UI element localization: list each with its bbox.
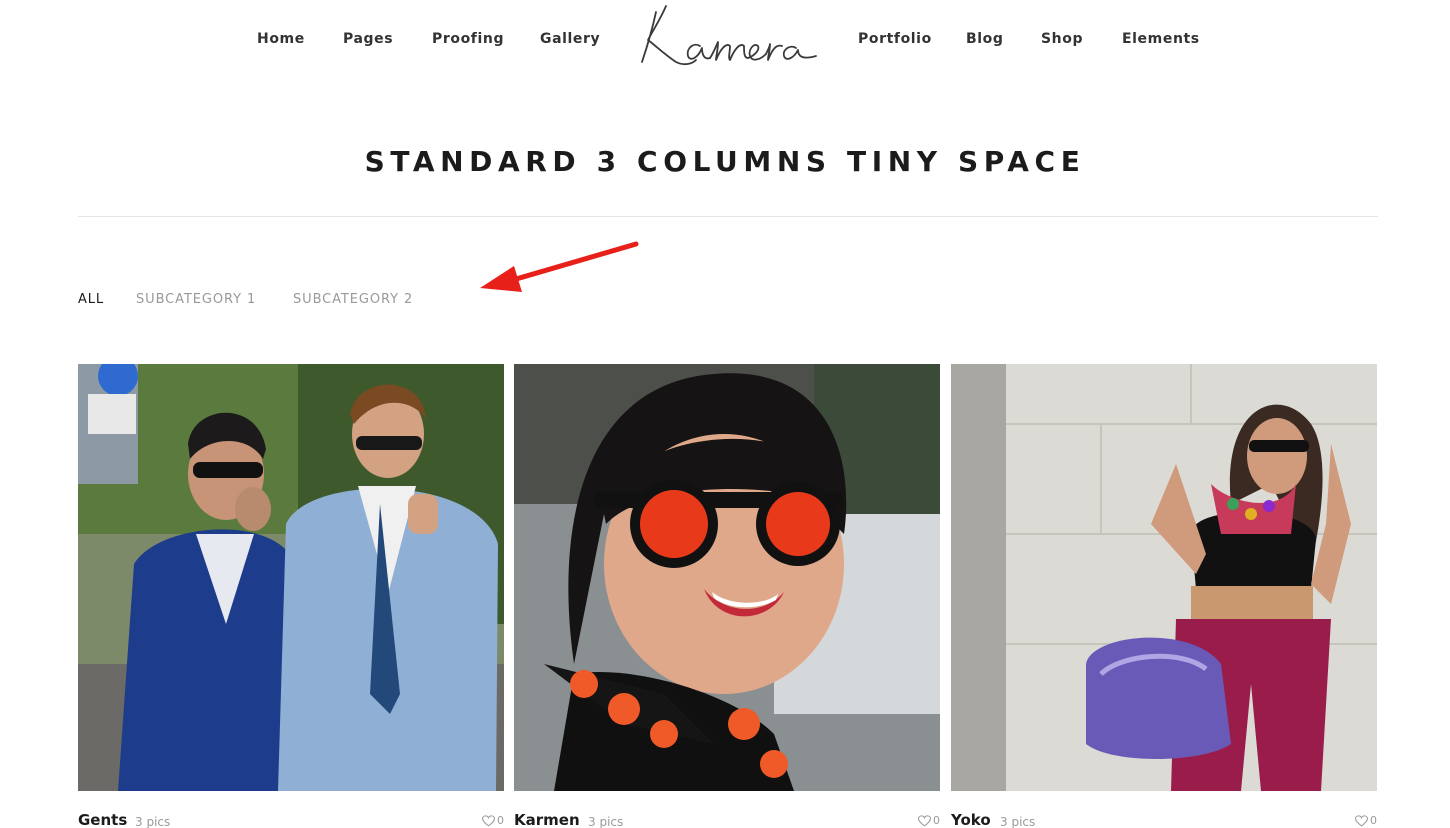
nav-blog[interactable]: Blog	[966, 31, 1004, 47]
like-button[interactable]: 0	[1355, 814, 1377, 827]
filter-all[interactable]: ALL	[78, 292, 104, 307]
nav-pages[interactable]: Pages	[343, 31, 393, 47]
like-button[interactable]: 0	[482, 814, 504, 827]
heart-icon	[482, 814, 495, 827]
heart-icon	[918, 814, 931, 827]
gallery-count: 3 pics	[1000, 815, 1036, 828]
heart-icon	[1355, 814, 1368, 827]
gallery-title[interactable]: Gents	[78, 811, 127, 828]
gallery-caption: Yoko 3 pics 0	[951, 811, 1377, 828]
nav-shop[interactable]: Shop	[1041, 31, 1083, 47]
annotation-arrow-icon	[480, 241, 639, 292]
like-button[interactable]: 0	[918, 814, 940, 827]
like-count: 0	[1370, 814, 1377, 827]
title-divider	[78, 216, 1378, 217]
nav-portfolio[interactable]: Portfolio	[858, 31, 932, 47]
gallery-image-yoko[interactable]	[951, 364, 1377, 791]
like-count: 0	[497, 814, 504, 827]
gallery-count: 3 pics	[588, 815, 624, 828]
gallery-title[interactable]: Karmen	[514, 811, 580, 828]
gallery-count: 3 pics	[135, 815, 171, 828]
nav-proofing[interactable]: Proofing	[432, 31, 504, 47]
gallery-caption: Gents 3 pics 0	[78, 811, 504, 828]
gallery-title[interactable]: Yoko	[951, 811, 991, 828]
filter-subcategory-1[interactable]: SUBCATEGORY 1	[136, 292, 256, 307]
gallery-image-gents[interactable]	[78, 364, 504, 791]
site-logo[interactable]	[636, 2, 822, 68]
nav-elements[interactable]: Elements	[1122, 31, 1200, 47]
nav-gallery[interactable]: Gallery	[540, 31, 600, 47]
page-title: STANDARD 3 COLUMNS TINY SPACE	[364, 145, 1086, 178]
gallery-image-karmen[interactable]	[514, 364, 940, 791]
like-count: 0	[933, 814, 940, 827]
site-header: Home Pages Proofing Gallery Portfolio Bl…	[0, 0, 1450, 80]
gallery-caption: Karmen 3 pics 0	[514, 811, 940, 828]
nav-home[interactable]: Home	[257, 31, 305, 47]
filter-subcategory-2[interactable]: SUBCATEGORY 2	[293, 292, 413, 307]
